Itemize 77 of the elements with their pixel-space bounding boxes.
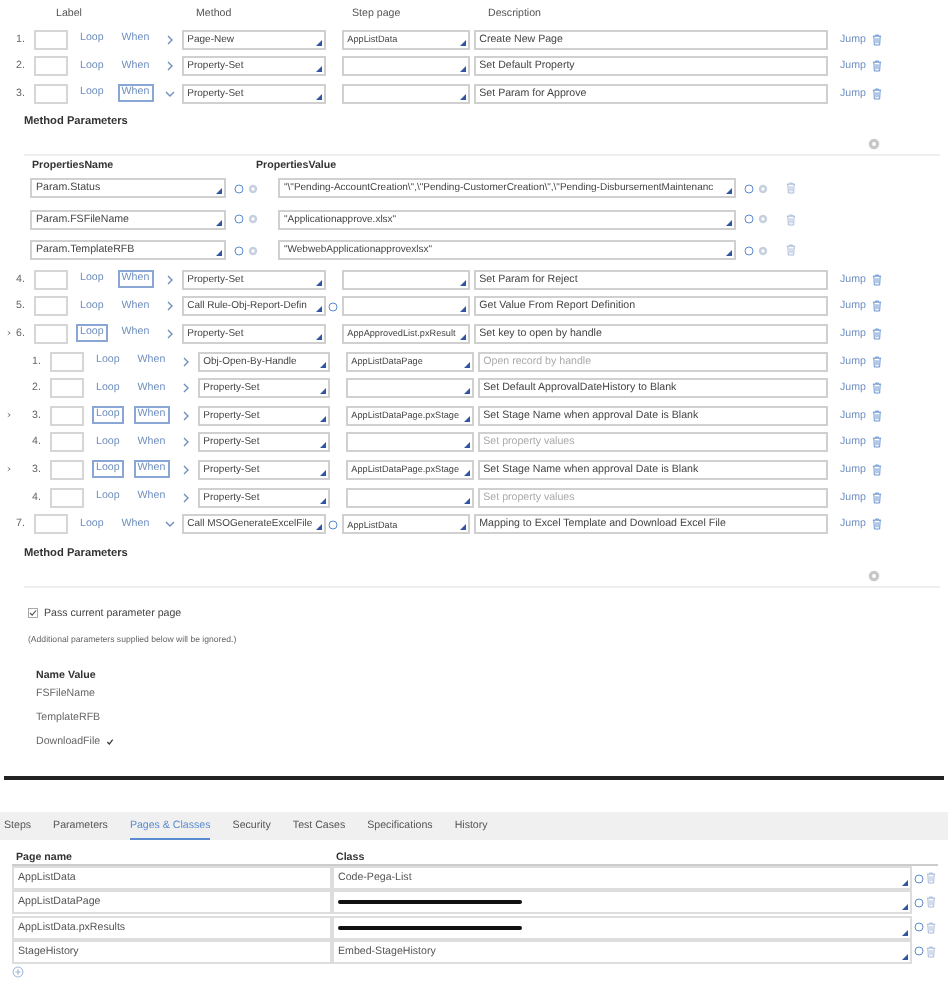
chevron-right-icon[interactable] xyxy=(179,409,192,422)
open-icon[interactable] xyxy=(744,183,754,194)
trash-icon[interactable] xyxy=(926,896,936,909)
label-field[interactable] xyxy=(34,29,68,50)
help-icon[interactable] xyxy=(868,569,880,582)
trash-icon[interactable] xyxy=(872,33,882,46)
step-page-field[interactable] xyxy=(341,296,470,317)
chevron-down-icon[interactable] xyxy=(163,87,176,100)
step-page-field[interactable] xyxy=(345,487,474,507)
settings-icon[interactable] xyxy=(758,245,768,256)
trash-icon[interactable] xyxy=(872,87,882,100)
label-field[interactable] xyxy=(34,83,68,104)
trash-icon[interactable] xyxy=(872,436,882,449)
open-icon[interactable] xyxy=(914,922,924,933)
chevron-right-icon[interactable] xyxy=(179,355,192,368)
step-page-field[interactable] xyxy=(345,432,474,453)
label-field[interactable] xyxy=(50,459,84,480)
chevron-right-icon[interactable] xyxy=(163,273,176,286)
open-icon[interactable] xyxy=(914,873,924,884)
open-icon[interactable] xyxy=(744,245,754,256)
chevron-right-icon[interactable] xyxy=(163,327,176,340)
chevron-right-icon[interactable] xyxy=(163,33,176,46)
open-icon[interactable] xyxy=(234,245,244,256)
open-icon[interactable] xyxy=(234,183,244,194)
open-icon[interactable] xyxy=(328,519,339,530)
chevron-right-icon[interactable] xyxy=(179,436,192,449)
chevron-right-icon[interactable] xyxy=(163,60,176,73)
class-field[interactable] xyxy=(332,915,912,940)
label-field[interactable] xyxy=(34,514,68,535)
add-icon[interactable] xyxy=(12,966,24,979)
step-page-field[interactable] xyxy=(345,378,474,399)
chevron-right-icon[interactable] xyxy=(179,382,192,395)
trash-icon[interactable] xyxy=(872,382,882,395)
step-page-field[interactable] xyxy=(341,56,470,77)
chevron-down-icon[interactable] xyxy=(163,518,176,531)
class-field[interactable] xyxy=(332,890,912,915)
trash-icon[interactable] xyxy=(872,409,882,422)
trash-icon[interactable] xyxy=(926,945,936,958)
trash-icon[interactable] xyxy=(786,182,796,195)
trash-icon[interactable] xyxy=(872,491,882,503)
open-icon[interactable] xyxy=(914,897,924,908)
step-page-field[interactable] xyxy=(341,269,470,290)
label-field[interactable] xyxy=(50,432,84,453)
label-field[interactable] xyxy=(50,487,84,507)
settings-icon[interactable] xyxy=(758,183,768,194)
trash-icon[interactable] xyxy=(872,518,882,531)
open-icon[interactable] xyxy=(234,214,244,225)
label-field[interactable] xyxy=(50,378,84,399)
chevron-right-icon[interactable] xyxy=(179,491,192,503)
open-icon[interactable] xyxy=(914,946,924,957)
trash-icon[interactable] xyxy=(872,273,882,286)
label-field[interactable] xyxy=(34,56,68,77)
settings-icon[interactable] xyxy=(248,214,258,225)
trash-icon[interactable] xyxy=(926,921,936,934)
open-icon[interactable] xyxy=(328,301,339,312)
trash-icon[interactable] xyxy=(872,355,882,368)
chevron-right-icon[interactable] xyxy=(163,300,176,313)
trash-icon[interactable] xyxy=(926,872,936,885)
trash-icon[interactable] xyxy=(872,327,882,340)
checkbox[interactable] xyxy=(28,608,38,619)
label-field[interactable] xyxy=(34,323,68,344)
help-icon[interactable] xyxy=(868,137,880,150)
settings-icon[interactable] xyxy=(758,214,768,225)
settings-icon[interactable] xyxy=(248,183,258,194)
label-field[interactable] xyxy=(34,296,68,317)
trash-icon[interactable] xyxy=(786,213,796,226)
label-field[interactable] xyxy=(34,269,68,290)
chevron-right-icon[interactable] xyxy=(179,463,192,476)
open-icon[interactable] xyxy=(744,214,754,225)
trash-icon[interactable] xyxy=(786,244,796,257)
label-field[interactable] xyxy=(50,405,84,426)
trash-icon[interactable] xyxy=(872,60,882,73)
step-page-field[interactable] xyxy=(341,83,470,104)
trash-icon[interactable] xyxy=(872,463,882,476)
settings-icon[interactable] xyxy=(248,245,258,256)
trash-icon[interactable] xyxy=(872,300,882,313)
label-field[interactable] xyxy=(50,351,84,372)
